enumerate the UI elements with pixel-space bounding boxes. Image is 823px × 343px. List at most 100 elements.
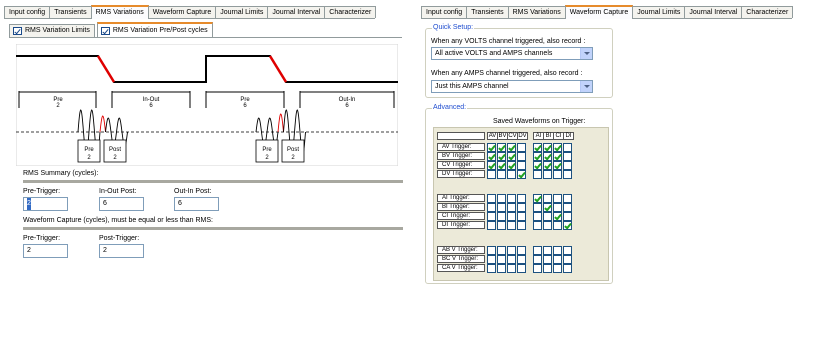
matrix-checkbox[interactable] — [533, 255, 542, 264]
matrix-checkbox[interactable] — [507, 194, 516, 203]
matrix-checkbox[interactable] — [543, 194, 552, 203]
matrix-checkbox[interactable] — [507, 143, 516, 152]
matrix-checkbox[interactable] — [507, 152, 516, 161]
matrix-checkbox[interactable] — [507, 255, 516, 264]
matrix-checkbox[interactable] — [487, 246, 496, 255]
matrix-checkbox[interactable] — [517, 152, 526, 161]
matrix-checkbox[interactable] — [517, 221, 526, 230]
matrix-checkbox[interactable] — [497, 161, 506, 170]
matrix-checkbox[interactable] — [553, 264, 562, 273]
matrix-checkbox[interactable] — [497, 212, 506, 221]
matrix-checkbox[interactable] — [563, 170, 572, 179]
matrix-checkbox[interactable] — [487, 143, 496, 152]
matrix-checkbox[interactable] — [533, 194, 542, 203]
matrix-checkbox[interactable] — [553, 161, 562, 170]
amps-record-select[interactable]: Just this AMPS channel — [431, 80, 593, 93]
matrix-checkbox[interactable] — [497, 152, 506, 161]
matrix-checkbox[interactable] — [533, 221, 542, 230]
matrix-checkbox[interactable] — [487, 264, 496, 273]
matrix-checkbox[interactable] — [507, 161, 516, 170]
tab-waveform-capture[interactable]: Waveform Capture — [564, 5, 634, 19]
matrix-checkbox[interactable] — [553, 194, 562, 203]
matrix-checkbox[interactable] — [553, 152, 562, 161]
row-trigger-button[interactable]: DI Trigger: — [437, 221, 485, 229]
matrix-checkbox[interactable] — [517, 161, 526, 170]
matrix-checkbox[interactable] — [497, 264, 506, 273]
matrix-checkbox[interactable] — [543, 152, 552, 161]
matrix-corner-button[interactable] — [437, 132, 485, 140]
matrix-checkbox[interactable] — [543, 264, 552, 273]
matrix-checkbox[interactable] — [553, 255, 562, 264]
column-header-di[interactable]: DI — [563, 132, 574, 140]
matrix-checkbox[interactable] — [517, 264, 526, 273]
matrix-checkbox[interactable] — [553, 246, 562, 255]
chevron-down-icon[interactable] — [580, 81, 592, 92]
matrix-checkbox[interactable] — [497, 203, 506, 212]
matrix-checkbox[interactable] — [563, 152, 572, 161]
matrix-checkbox[interactable] — [543, 203, 552, 212]
row-trigger-button[interactable]: BI Trigger: — [437, 203, 485, 211]
matrix-checkbox[interactable] — [517, 246, 526, 255]
matrix-checkbox[interactable] — [533, 203, 542, 212]
matrix-checkbox[interactable] — [507, 246, 516, 255]
in-out-post-input[interactable]: 6 — [99, 197, 144, 211]
matrix-checkbox[interactable] — [487, 212, 496, 221]
matrix-checkbox[interactable] — [533, 170, 542, 179]
tab-transients[interactable]: Transients — [466, 6, 509, 18]
matrix-checkbox[interactable] — [497, 194, 506, 203]
matrix-checkbox[interactable] — [487, 203, 496, 212]
tab-journal-limits[interactable]: Journal Limits — [215, 6, 269, 18]
matrix-checkbox[interactable] — [543, 143, 552, 152]
matrix-checkbox[interactable] — [497, 246, 506, 255]
matrix-checkbox[interactable] — [543, 212, 552, 221]
row-trigger-button[interactable]: BC V Trigger: — [437, 255, 485, 263]
matrix-checkbox[interactable] — [563, 221, 572, 230]
matrix-checkbox[interactable] — [507, 221, 516, 230]
matrix-checkbox[interactable] — [553, 212, 562, 221]
matrix-checkbox[interactable] — [517, 170, 526, 179]
matrix-checkbox[interactable] — [517, 255, 526, 264]
matrix-checkbox[interactable] — [487, 221, 496, 230]
matrix-checkbox[interactable] — [487, 152, 496, 161]
wc-pre-trigger-input[interactable]: 2 — [23, 244, 68, 258]
matrix-checkbox[interactable] — [563, 246, 572, 255]
tab-characterizer[interactable]: Characterizer — [741, 6, 794, 18]
matrix-checkbox[interactable] — [517, 203, 526, 212]
matrix-checkbox[interactable] — [533, 264, 542, 273]
matrix-checkbox[interactable] — [563, 143, 572, 152]
matrix-checkbox[interactable] — [533, 152, 542, 161]
matrix-checkbox[interactable] — [497, 143, 506, 152]
wc-post-trigger-input[interactable]: 2 — [99, 244, 144, 258]
tab-input-config[interactable]: Input config — [421, 6, 468, 18]
matrix-checkbox[interactable] — [553, 221, 562, 230]
matrix-checkbox[interactable] — [487, 170, 496, 179]
subtab-rms-variation-limits[interactable]: RMS Variation Limits — [9, 24, 95, 37]
tab-journal-limits[interactable]: Journal Limits — [632, 6, 686, 18]
matrix-checkbox[interactable] — [533, 143, 542, 152]
matrix-checkbox[interactable] — [543, 255, 552, 264]
tab-input-config[interactable]: Input config — [4, 6, 51, 18]
tab-transients[interactable]: Transients — [49, 6, 92, 18]
matrix-checkbox[interactable] — [543, 170, 552, 179]
row-trigger-button[interactable]: CI Trigger: — [437, 212, 485, 220]
matrix-checkbox[interactable] — [517, 212, 526, 221]
matrix-checkbox[interactable] — [553, 203, 562, 212]
matrix-checkbox[interactable] — [563, 255, 572, 264]
matrix-checkbox[interactable] — [487, 194, 496, 203]
row-trigger-button[interactable]: BV Trigger: — [437, 152, 485, 160]
column-header-dv[interactable]: DV — [517, 132, 528, 140]
matrix-checkbox[interactable] — [543, 161, 552, 170]
matrix-checkbox[interactable] — [543, 246, 552, 255]
row-trigger-button[interactable]: AV Trigger: — [437, 143, 485, 151]
tab-waveform-capture[interactable]: Waveform Capture — [147, 6, 217, 18]
matrix-checkbox[interactable] — [533, 212, 542, 221]
volts-record-select[interactable]: All active VOLTS and AMPS channels — [431, 47, 593, 60]
matrix-checkbox[interactable] — [497, 221, 506, 230]
tab-characterizer[interactable]: Characterizer — [324, 6, 377, 18]
chevron-down-icon[interactable] — [580, 48, 592, 59]
matrix-checkbox[interactable] — [487, 161, 496, 170]
matrix-checkbox[interactable] — [507, 203, 516, 212]
matrix-checkbox[interactable] — [563, 212, 572, 221]
matrix-checkbox[interactable] — [563, 203, 572, 212]
matrix-checkbox[interactable] — [497, 170, 506, 179]
